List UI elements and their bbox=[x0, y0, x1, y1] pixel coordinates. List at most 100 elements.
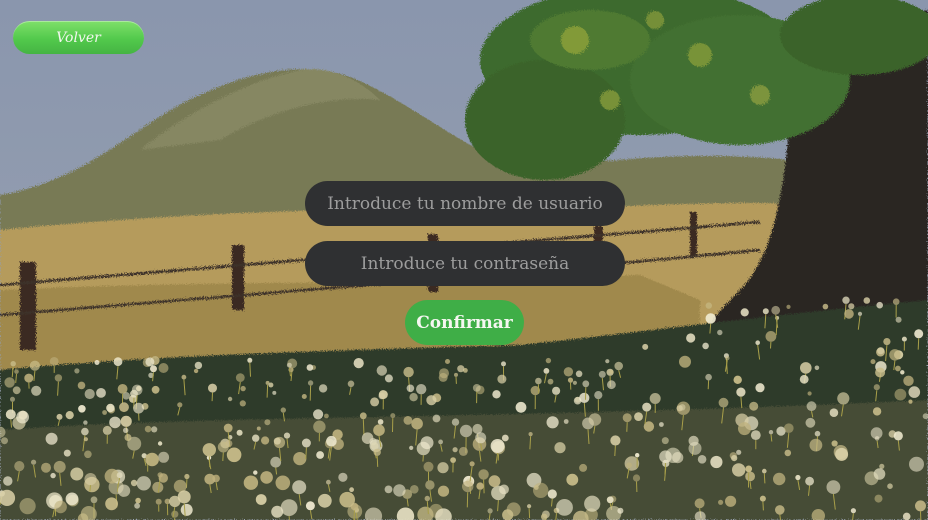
flower bbox=[501, 434, 509, 442]
flower bbox=[326, 479, 331, 485]
flower bbox=[265, 380, 270, 385]
flower bbox=[567, 377, 574, 383]
flower bbox=[31, 385, 42, 396]
flower bbox=[718, 499, 724, 505]
flower bbox=[492, 390, 501, 399]
flower bbox=[901, 336, 907, 342]
flower-stem bbox=[208, 456, 211, 468]
flower bbox=[370, 397, 380, 407]
flower bbox=[145, 357, 155, 367]
flower bbox=[736, 449, 742, 455]
flower bbox=[659, 450, 672, 464]
flower bbox=[848, 303, 855, 310]
password-input[interactable] bbox=[305, 241, 625, 286]
flower bbox=[725, 495, 737, 507]
flower bbox=[563, 367, 574, 377]
flower-stem bbox=[362, 419, 365, 436]
flower bbox=[546, 416, 559, 429]
flower bbox=[844, 309, 854, 319]
flower bbox=[800, 362, 812, 374]
flower bbox=[609, 369, 614, 374]
flower bbox=[5, 409, 16, 420]
flower bbox=[679, 355, 691, 368]
flower-stem bbox=[10, 419, 12, 428]
flower bbox=[65, 411, 74, 420]
flower bbox=[694, 498, 705, 509]
flower bbox=[831, 440, 838, 447]
flower bbox=[829, 408, 839, 418]
flower bbox=[424, 495, 430, 502]
flower bbox=[814, 365, 820, 371]
flower bbox=[437, 462, 449, 474]
flower bbox=[488, 475, 501, 488]
flower bbox=[895, 316, 902, 323]
flower bbox=[117, 484, 131, 497]
flower bbox=[873, 468, 886, 480]
flower bbox=[893, 431, 903, 441]
flower bbox=[895, 365, 901, 372]
username-input[interactable] bbox=[305, 181, 625, 226]
flower bbox=[462, 480, 474, 493]
flower bbox=[499, 484, 509, 495]
flower bbox=[239, 400, 246, 407]
flower bbox=[822, 303, 829, 310]
flower bbox=[672, 452, 684, 464]
flower bbox=[131, 384, 143, 396]
flower bbox=[177, 490, 191, 504]
flower bbox=[102, 425, 112, 435]
flower bbox=[193, 368, 199, 374]
flower bbox=[527, 504, 532, 509]
flower bbox=[710, 455, 723, 469]
flower bbox=[556, 499, 573, 516]
flower bbox=[850, 508, 857, 514]
flower bbox=[130, 479, 138, 487]
flower bbox=[313, 420, 326, 433]
flower bbox=[887, 483, 893, 490]
flower bbox=[547, 489, 557, 499]
flower bbox=[120, 415, 132, 427]
flower bbox=[617, 507, 624, 514]
flower bbox=[642, 343, 649, 350]
flower bbox=[78, 405, 86, 413]
flower bbox=[799, 374, 809, 384]
flower bbox=[301, 394, 307, 399]
flower bbox=[235, 373, 245, 382]
flower bbox=[305, 501, 315, 511]
flower bbox=[487, 508, 493, 514]
confirm-button[interactable]: Confirmar bbox=[405, 300, 524, 345]
flower bbox=[272, 390, 277, 395]
flower-stem bbox=[614, 445, 616, 457]
flower bbox=[863, 297, 871, 304]
flower bbox=[614, 361, 623, 371]
flower bbox=[903, 375, 914, 386]
flower bbox=[255, 494, 267, 505]
flower bbox=[77, 381, 86, 390]
flower bbox=[10, 361, 16, 367]
flower bbox=[837, 392, 850, 405]
flower bbox=[497, 374, 507, 384]
flower-stem bbox=[222, 452, 224, 462]
flower bbox=[65, 492, 79, 506]
flower bbox=[805, 476, 814, 486]
flower bbox=[705, 302, 712, 309]
flower-stem bbox=[917, 338, 920, 350]
flower bbox=[63, 449, 71, 457]
flower bbox=[642, 402, 652, 412]
flower bbox=[894, 388, 907, 401]
flower bbox=[208, 383, 217, 393]
flower bbox=[705, 373, 712, 381]
back-button[interactable]: Volver bbox=[13, 21, 144, 54]
flower bbox=[605, 359, 610, 364]
flower bbox=[3, 476, 13, 486]
flower bbox=[123, 427, 129, 433]
flower bbox=[180, 503, 193, 516]
flower bbox=[273, 437, 281, 445]
flower bbox=[301, 438, 311, 448]
flower bbox=[158, 451, 170, 463]
flower bbox=[547, 378, 554, 385]
flower bbox=[572, 380, 578, 385]
flower bbox=[731, 455, 738, 462]
flower bbox=[1, 437, 8, 445]
flower bbox=[30, 459, 37, 465]
flower bbox=[286, 362, 292, 368]
